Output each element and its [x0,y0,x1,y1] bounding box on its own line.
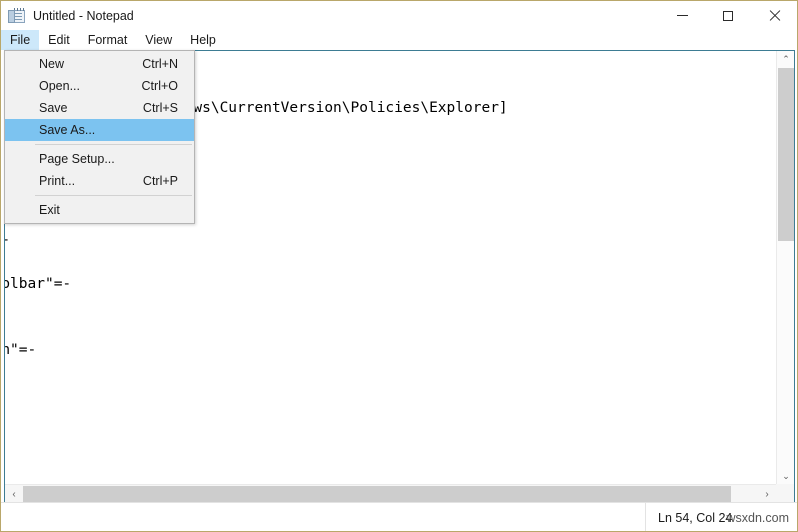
menu-item-save[interactable]: Save Ctrl+S [5,97,194,119]
scroll-up-icon[interactable]: ⌃ [777,51,794,68]
vertical-scroll-thumb[interactable] [778,68,794,241]
scroll-left-icon[interactable]: ‹ [5,485,23,502]
text-line: "TaskbarNoRedock"=- [5,295,776,317]
menu-item-open[interactable]: Open... Ctrl+O [5,75,194,97]
horizontal-scroll-thumb[interactable] [23,486,731,502]
menu-help[interactable]: Help [181,30,225,50]
menu-item-label: Save As... [39,123,96,137]
close-icon [769,10,780,21]
menu-item-shortcut: Ctrl+S [142,101,178,115]
menu-format[interactable]: Format [79,30,137,50]
title-bar: Untitled - Notepad [1,1,797,30]
text-line: "TaskbarNoNotification"=- [5,342,37,358]
maximize-icon [723,10,733,21]
menu-item-shortcut: Ctrl+N [142,57,178,71]
menu-item-save-as[interactable]: Save As... [5,119,194,141]
notepad-icon [8,7,25,24]
menu-item-page-setup[interactable]: Page Setup... [5,148,194,170]
menu-view[interactable]: View [136,30,181,50]
menu-item-label: Page Setup... [39,152,115,166]
menu-item-exit[interactable]: Exit [5,199,194,221]
status-separator [645,503,646,531]
scrollbar-corner [776,484,794,502]
menu-item-print[interactable]: Print... Ctrl+P [5,170,194,192]
menu-separator [35,144,192,145]
menu-item-label: New [39,57,65,71]
text-line: "TaskbarNoAddRemoveToolbar"=- [5,276,72,292]
window-title: Untitled - Notepad [33,8,134,23]
scroll-down-icon[interactable]: ⌄ [777,468,794,485]
window-controls [659,1,797,30]
status-line-column: Ln 54, Col 24 [658,510,733,525]
text-line: "TaskbarLockAll"=- [5,251,776,273]
file-dropdown-menu: New Ctrl+N Open... Ctrl+O Save Ctrl+S Sa… [4,50,195,224]
menu-edit[interactable]: Edit [39,30,79,50]
notepad-window: Untitled - Notepad File Edit Format View… [0,0,798,532]
menu-separator [35,195,192,196]
menu-bar: File Edit Format View Help [1,30,797,50]
menu-item-shortcut: Ctrl+O [141,79,178,93]
scroll-right-icon[interactable]: › [758,485,776,502]
menu-item-shortcut: Ctrl+P [142,174,178,188]
minimize-icon [676,15,688,16]
maximize-button[interactable] [705,1,751,30]
status-bar: Ln 54, Col 24 wsxdn.com [1,502,797,531]
vertical-scrollbar[interactable]: ⌃ ⌄ [776,51,794,485]
text-line: "TaskbarNoResize"=- [5,317,776,339]
menu-item-label: Open... [39,79,80,93]
menu-file[interactable]: File [1,30,40,50]
close-button[interactable] [751,1,797,30]
menu-item-label: Exit [39,203,60,217]
menu-item-label: Print... [39,174,76,188]
menu-item-label: Save [39,101,68,115]
watermark: wsxdn.com [726,510,789,525]
text-line: "NoTrayItemsDisplay"=- [5,229,776,251]
menu-item-new[interactable]: New Ctrl+N [5,53,194,75]
horizontal-scrollbar[interactable]: ‹ › [5,484,776,502]
minimize-button[interactable] [659,1,705,30]
